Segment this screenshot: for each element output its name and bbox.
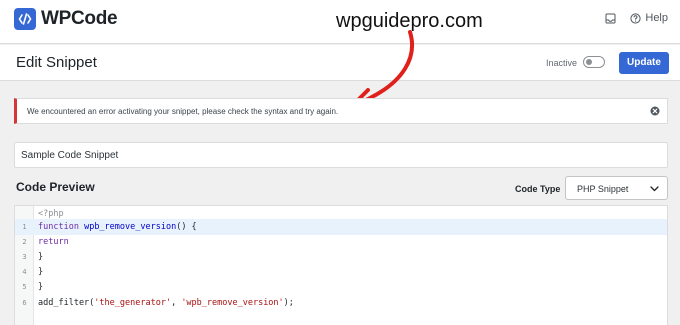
logo-text: WPCode (41, 8, 118, 29)
code-line: 3 } (15, 249, 667, 265)
line-number: 5 (22, 283, 27, 291)
help-icon (630, 12, 641, 24)
code-editor[interactable]: <?php 1 function wpb_remove_version() { … (14, 205, 668, 325)
chevron-down-icon (650, 186, 659, 192)
wpcode-logo-icon (14, 8, 36, 30)
active-toggle[interactable] (583, 56, 605, 68)
toggle-knob (586, 59, 592, 65)
code-line: 1 function wpb_remove_version() { (15, 219, 667, 235)
line-number: 2 (22, 238, 27, 246)
code-line: 5 } (15, 279, 667, 295)
snippet-title-input[interactable] (14, 142, 668, 168)
code-text: } (38, 252, 44, 262)
inbox-icon (605, 13, 616, 23)
code-line: 2 return (15, 234, 667, 250)
code-text: add_filter('the_generator', 'wpb_remove_… (38, 298, 294, 308)
code-text: } (38, 267, 44, 277)
line-number: 1 (22, 223, 27, 231)
dismiss-icon[interactable] (650, 106, 660, 116)
code-text: function wpb_remove_version() { (38, 222, 197, 232)
status-label: Inactive (546, 58, 578, 68)
code-type-label: Code Type (515, 184, 561, 194)
inbox-button[interactable] (605, 13, 616, 24)
top-icons: Help (605, 12, 668, 24)
code-text: return (38, 237, 69, 247)
error-notice: We encountered an error activating your … (14, 98, 668, 124)
wpcode-logo[interactable]: WPCode (14, 8, 118, 30)
help-label: Help (645, 12, 668, 24)
update-button[interactable]: Update (619, 52, 669, 74)
page-title: Edit Snippet (16, 54, 97, 71)
code-type-select[interactable]: PHP Snippet (565, 176, 668, 200)
code-line: 4 } (15, 264, 667, 280)
help-button[interactable]: Help (630, 12, 668, 24)
code-line: 6 add_filter('the_generator', 'wpb_remov… (15, 295, 667, 311)
code-type-value: PHP Snippet (577, 184, 629, 194)
error-notice-message: We encountered an error activating your … (27, 107, 339, 116)
line-number: 4 (22, 268, 27, 276)
code-preview-heading: Code Preview (16, 180, 95, 194)
line-number: 3 (22, 253, 27, 261)
code-text: } (38, 282, 44, 292)
line-number: 6 (22, 299, 27, 307)
